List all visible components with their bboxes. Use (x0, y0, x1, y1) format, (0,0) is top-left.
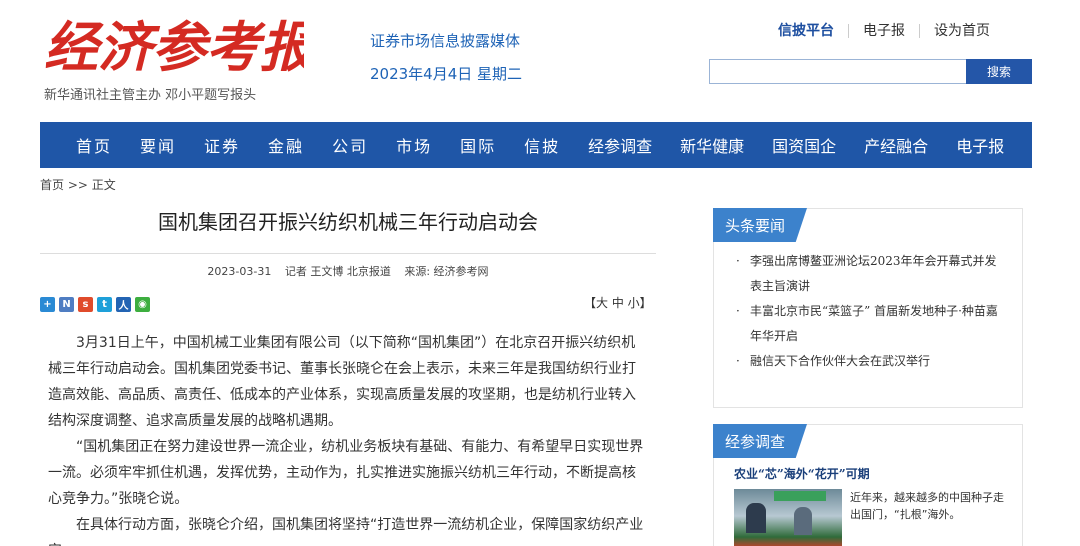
survey-summary: 近年来，越来越多的中国种子走出国门，“扎根”海外。 (850, 491, 1004, 521)
nav-news[interactable]: 要闻 (140, 133, 176, 157)
headlines-panel: 头条要闻 李强出席博鳌亚洲论坛2023年年会开幕式并发表主旨演讲 丰富北京市民“… (713, 208, 1023, 408)
survey-thumbnail[interactable] (734, 489, 842, 546)
nav-finance[interactable]: 金融 (268, 133, 304, 157)
headline-item[interactable]: 李强出席博鳌亚洲论坛2023年年会开幕式并发表主旨演讲 (736, 249, 1006, 299)
nav-survey[interactable]: 经参调查 (588, 133, 652, 157)
font-size-switch[interactable]: 【大 中 小】 (584, 294, 652, 311)
nav-health[interactable]: 新华健康 (680, 133, 744, 157)
article-body: 3月31日上午，中国机械工业集团有限公司（以下简称“国机集团”）在北京召开振兴纺… (48, 330, 648, 546)
tagline: 证券市场信息披露媒体 (370, 32, 521, 50)
article-paragraph: 在具体行动方面，张晓仑介绍，国机集团将坚持“打造世界一流纺机企业，保障国家纺织产… (48, 517, 644, 546)
nav-industry[interactable]: 产经融合 (864, 133, 928, 157)
slogan: 新华通讯社主管主办 邓小平题写报头 (44, 88, 257, 103)
article-meta: 2023-03-31 记者 王文博 北京报道 来源: 经济参考网 (40, 263, 656, 279)
search-input[interactable] (709, 59, 967, 84)
nav-securities[interactable]: 证券 (204, 133, 240, 157)
disclosure-platform-link[interactable]: 信披平台 (778, 24, 848, 38)
search-button[interactable]: 搜索 (966, 59, 1032, 84)
share-bar: + N s t 人 ◉ (40, 297, 150, 312)
headlines-tab[interactable]: 头条要闻 (713, 208, 808, 242)
nav-disclosure[interactable]: 信披 (524, 133, 560, 157)
nav-home[interactable]: 首页 (76, 133, 112, 157)
article-paragraph: 3月31日上午，中国机械工业集团有限公司（以下简称“国机集团”）在北京召开振兴纺… (48, 335, 636, 429)
thumb-person (746, 503, 766, 533)
newspaper-logo[interactable]: 经济参考报 (44, 6, 321, 84)
wechat-share-icon[interactable]: ◉ (135, 297, 150, 312)
sina-share-icon[interactable]: s (78, 297, 93, 312)
set-homepage-link[interactable]: 设为首页 (919, 24, 1004, 38)
logo-text: 经济参考报 (44, 15, 304, 79)
headlines-list: 李强出席博鳌亚洲论坛2023年年会开幕式并发表主旨演讲 丰富北京市民“菜篮子” … (736, 249, 1006, 374)
headline-item[interactable]: 丰富北京市民“菜篮子” 首届新发地种子·种苗嘉年华开启 (736, 299, 1006, 349)
article-title: 国机集团召开振兴纺织机械三年行动启动会 (158, 210, 538, 234)
qzone-share-icon[interactable]: + (40, 297, 55, 312)
tencent-share-icon[interactable]: t (97, 297, 112, 312)
nav-epaper[interactable]: 电子报 (956, 133, 1004, 157)
survey-panel: 经参调查 农业“芯”海外“花开”可期 近年来，越来越多的中国种子走出国门，“扎根… (713, 424, 1023, 546)
headline-item[interactable]: 融信天下合作伙伴大会在武汉举行 (736, 349, 1006, 374)
nav-markets[interactable]: 市场 (396, 133, 432, 157)
thumb-sign (774, 491, 826, 501)
nav-international[interactable]: 国际 (460, 133, 496, 157)
survey-title[interactable]: 农业“芯”海外“花开”可期 (734, 465, 870, 482)
current-date: 2023年4月4日 星期二 (370, 65, 523, 83)
weibo-share-icon[interactable]: N (59, 297, 74, 312)
survey-tab[interactable]: 经参调查 (713, 424, 808, 458)
breadcrumb: 首页 >> 正文 (40, 178, 116, 192)
title-divider (40, 253, 656, 254)
renren-share-icon[interactable]: 人 (116, 297, 131, 312)
e-paper-link[interactable]: 电子报 (848, 24, 919, 38)
article-source: 来源: 经济参考网 (404, 265, 489, 278)
nav-soe[interactable]: 国资国企 (772, 133, 836, 157)
article-reporter: 记者 王文博 北京报道 (284, 265, 391, 278)
top-links: 信披平台 电子报 设为首页 (778, 24, 1004, 38)
article-paragraph: “国机集团正在努力建设世界一流企业，纺机业务板块有基础、有能力、有希望早日实现世… (48, 439, 644, 507)
thumb-person (794, 507, 812, 535)
article-date: 2023-03-31 (207, 265, 272, 278)
nav-companies[interactable]: 公司 (332, 133, 368, 157)
main-nav: 首页 要闻 证券 金融 公司 市场 国际 信披 经参调查 新华健康 国资国企 产… (40, 122, 1032, 168)
